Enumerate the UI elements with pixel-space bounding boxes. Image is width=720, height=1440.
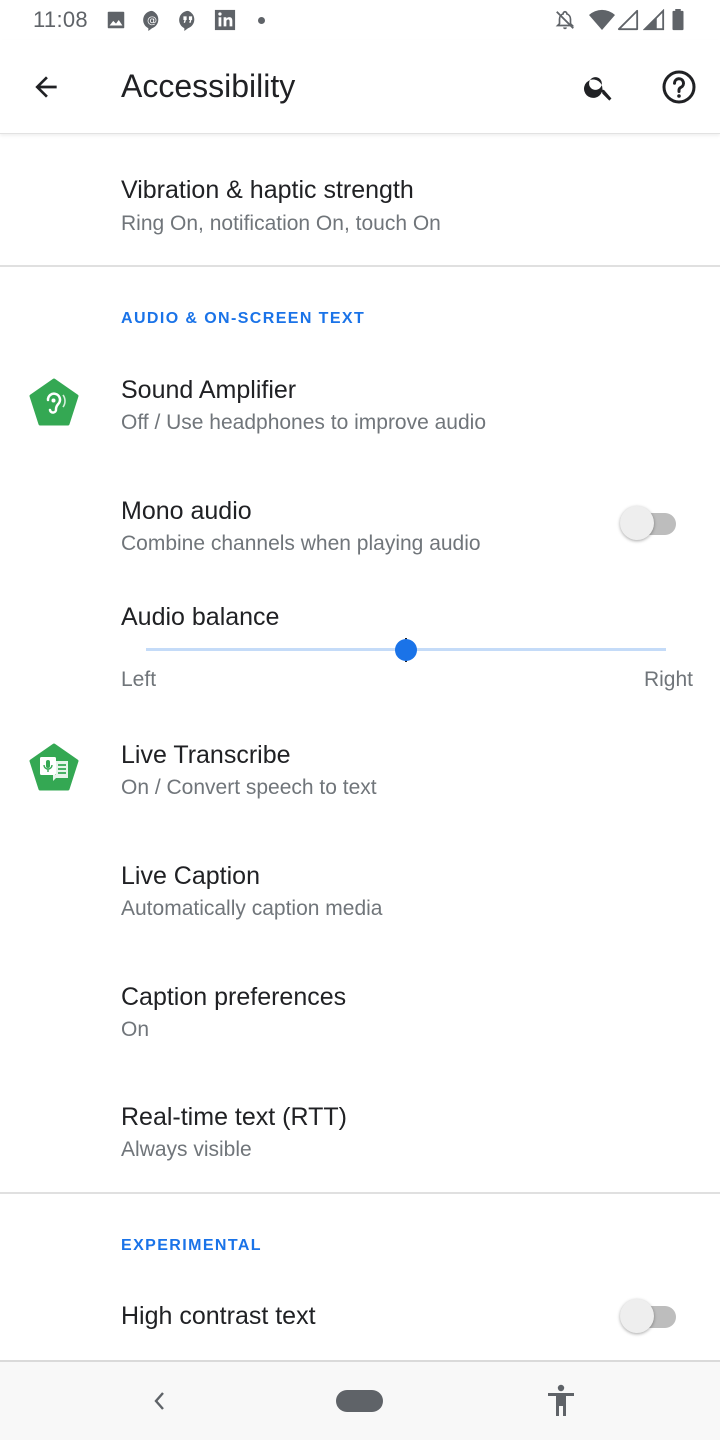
live-transcribe-setting[interactable]: Live Transcribe On / Convert speech to t…: [0, 725, 720, 825]
ear-icon: [29, 378, 79, 426]
vibration-title: Vibration & haptic strength: [121, 176, 414, 204]
vibration-summary: Ring On, notification On, touch On: [121, 212, 441, 235]
audio-balance-title: Audio balance: [121, 603, 280, 631]
status-time: 11:08: [33, 7, 88, 32]
mono-audio-switch[interactable]: [620, 503, 678, 543]
accessibility-icon: [548, 1384, 574, 1416]
dot-icon: [258, 17, 265, 24]
high-contrast-text-setting[interactable]: High contrast text: [0, 1280, 720, 1355]
caption-preferences-summary: On: [121, 1018, 150, 1041]
help-icon: [662, 70, 696, 104]
signal-icon: [643, 9, 665, 31]
page-title: Accessibility: [121, 68, 296, 104]
divider: [0, 1192, 720, 1194]
audio-balance-slider[interactable]: [146, 638, 666, 662]
navigation-bar: [0, 1360, 720, 1440]
vibration-setting[interactable]: Vibration & haptic strength Ring On, not…: [0, 160, 720, 260]
rtt-title: Real-time text (RTT): [121, 1103, 347, 1131]
help-button[interactable]: [659, 67, 699, 107]
linkedin-icon: [214, 9, 236, 31]
image-icon: [107, 11, 125, 29]
quote-chat-icon: [179, 10, 195, 31]
search-icon: [584, 77, 612, 101]
live-caption-summary: Automatically caption media: [121, 897, 383, 920]
divider: [0, 265, 720, 267]
arrow-back-icon: [35, 76, 57, 98]
nav-back-button[interactable]: [145, 1384, 175, 1418]
battery-icon: [672, 9, 684, 31]
notifications-off-icon: [555, 10, 575, 30]
switch-thumb: [620, 1299, 654, 1333]
back-button[interactable]: [26, 67, 66, 107]
accessibility-button[interactable]: [544, 1382, 578, 1420]
home-pill-icon[interactable]: [336, 1390, 383, 1412]
switch-thumb: [620, 506, 654, 540]
slider-thumb[interactable]: [395, 639, 417, 661]
high-contrast-text-switch[interactable]: [620, 1296, 678, 1336]
live-transcribe-summary: On / Convert speech to text: [121, 776, 377, 799]
high-contrast-text-title: High contrast text: [121, 1302, 316, 1330]
wifi-icon: [589, 9, 615, 30]
app-bar: Accessibility: [0, 40, 720, 134]
svg-text:@: @: [147, 16, 157, 27]
section-header-experimental: EXPERIMENTAL: [121, 1237, 262, 1254]
at-sign-icon: @: [143, 10, 159, 31]
signal-icon: [617, 9, 639, 31]
sound-amplifier-setting[interactable]: Sound Amplifier Off / Use headphones to …: [0, 360, 720, 460]
slider-label-right: Right: [643, 668, 693, 691]
search-button[interactable]: [579, 67, 619, 107]
sound-amplifier-title: Sound Amplifier: [121, 376, 297, 404]
nav-back-icon: [154, 1392, 164, 1410]
slider-label-left: Left: [121, 668, 157, 691]
caption-preferences-setting[interactable]: Caption preferences On: [0, 967, 720, 1067]
section-header-audio: AUDIO & ON-SCREEN TEXT: [121, 310, 366, 327]
mono-audio-summary: Combine channels when playing audio: [121, 532, 481, 555]
caption-preferences-title: Caption preferences: [121, 983, 347, 1011]
mic-transcribe-icon: [29, 743, 79, 791]
sound-amplifier-summary: Off / Use headphones to improve audio: [121, 411, 487, 434]
status-bar: 11:08 @: [0, 0, 720, 40]
mono-audio-setting[interactable]: Mono audio Combine channels when playing…: [0, 481, 720, 581]
live-transcribe-title: Live Transcribe: [121, 741, 291, 769]
rtt-summary: Always visible: [121, 1138, 252, 1161]
live-caption-title: Live Caption: [121, 862, 260, 890]
rtt-setting[interactable]: Real-time text (RTT) Always visible: [0, 1087, 720, 1187]
mono-audio-title: Mono audio: [121, 497, 252, 525]
live-caption-setting[interactable]: Live Caption Automatically caption media: [0, 846, 720, 946]
